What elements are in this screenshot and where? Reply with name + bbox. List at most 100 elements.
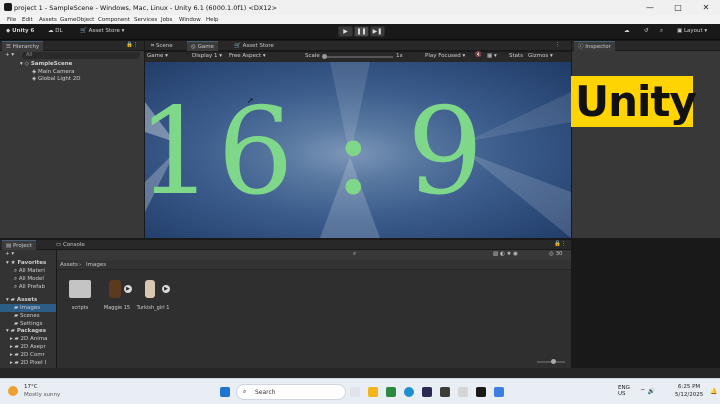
windows-start-icon[interactable] bbox=[220, 387, 230, 397]
search-icon[interactable]: ⌕ bbox=[660, 28, 663, 35]
tab-asset-store[interactable]: 🛒 Asset Store bbox=[230, 41, 278, 51]
menu-jobs[interactable]: Jobs bbox=[161, 17, 172, 23]
clock-date[interactable]: 5/12/2025 bbox=[675, 392, 703, 398]
packages-header[interactable]: ▾ ▰ Packages bbox=[6, 328, 46, 334]
menu-assets[interactable]: Assets bbox=[39, 17, 57, 23]
project-lock-icon[interactable]: 🔒⋮ bbox=[554, 241, 566, 247]
audio-mute-icon[interactable]: 🔇 bbox=[475, 52, 482, 58]
scene-row[interactable]: ▾ ◇ SampleScene bbox=[20, 61, 72, 67]
play-button[interactable]: ▶ bbox=[338, 26, 353, 37]
lock-icon[interactable]: 🔒⋮ bbox=[126, 42, 138, 48]
menu-services[interactable]: Services bbox=[134, 17, 157, 23]
weather-icon[interactable] bbox=[8, 386, 18, 396]
game-mode-dropdown[interactable]: Game ▾ bbox=[147, 53, 168, 59]
package-item[interactable]: ▸ ▰ 2D Comr bbox=[10, 352, 45, 358]
favorite-item[interactable]: ⌕ All Prefab bbox=[14, 284, 45, 291]
tab-hierarchy[interactable]: ☰ Hierarchy bbox=[2, 41, 44, 51]
project-tabbar: ▤ Project ▭ Console 🔒⋮ bbox=[0, 240, 571, 250]
menu-component[interactable]: Component bbox=[98, 17, 130, 23]
cloud-icon[interactable]: ☁ bbox=[624, 28, 630, 34]
tab-inspector[interactable]: ⓘ Inspector bbox=[574, 41, 615, 51]
hierarchy-item-main-camera[interactable]: ◈ Main Camera bbox=[32, 69, 74, 75]
status-bar bbox=[0, 368, 720, 378]
app-icon[interactable] bbox=[386, 387, 396, 397]
scale-value: 1x bbox=[396, 53, 403, 59]
asset-turkish-girl[interactable]: ▶ Turkish_girl 1 bbox=[135, 280, 171, 311]
app-icon[interactable] bbox=[494, 387, 504, 397]
account-button[interactable]: ◆ Unity 6 bbox=[6, 28, 34, 34]
breadcrumb-images[interactable]: Images bbox=[86, 262, 106, 268]
display-dropdown[interactable]: Display 1 ▾ bbox=[192, 53, 222, 59]
favorite-item[interactable]: ⌕ All Model bbox=[14, 276, 44, 283]
game-text-9: 9 bbox=[407, 83, 488, 222]
stats-button[interactable]: Stats bbox=[509, 53, 523, 59]
tab-menu-icon[interactable]: ⋮ bbox=[555, 42, 561, 48]
play-focused-dropdown[interactable]: Play Focused ▾ bbox=[425, 53, 465, 59]
app-icon[interactable] bbox=[458, 387, 468, 397]
clock-time[interactable]: 6:25 PM bbox=[678, 384, 700, 390]
minimize-button[interactable]: — bbox=[640, 0, 660, 15]
network-icons[interactable]: ⌔ 🔊 bbox=[640, 387, 655, 395]
expand-sprite-icon[interactable]: ▶ bbox=[162, 285, 170, 293]
pause-button[interactable]: ❚❚ bbox=[354, 26, 369, 37]
favorite-item[interactable]: ⌕ All Materi bbox=[14, 268, 45, 275]
asset-maggie[interactable]: ▶ Maggie 15 bbox=[101, 280, 133, 311]
project-add-icon[interactable]: + ▾ bbox=[5, 251, 14, 257]
tab-project[interactable]: ▤ Project bbox=[2, 240, 36, 250]
package-item[interactable]: ▸ ▰ 2D Asepr bbox=[10, 344, 46, 350]
unity-taskbar-icon[interactable] bbox=[476, 387, 486, 397]
weather-temp[interactable]: 17°C bbox=[24, 384, 38, 390]
language-indicator[interactable]: ENG US bbox=[618, 385, 630, 397]
shortcuts-icon[interactable]: ▦ ▾ bbox=[487, 53, 497, 59]
menu-file[interactable]: File bbox=[7, 17, 16, 23]
taskbar-search[interactable]: ⌕ Search bbox=[236, 384, 346, 400]
favorites-header[interactable]: ▾ ★ Favorites bbox=[6, 260, 46, 266]
tab-game[interactable]: ◎ Game bbox=[187, 41, 218, 51]
game-view[interactable]: 16 : 9 ➚ bbox=[145, 62, 571, 238]
step-button[interactable]: ▶❚ bbox=[370, 26, 385, 37]
expand-sprite-icon[interactable]: ▶ bbox=[124, 285, 132, 293]
hierarchy-search[interactable]: All bbox=[22, 52, 140, 59]
breadcrumb-assets[interactable]: Assets bbox=[60, 262, 78, 268]
notification-icon[interactable]: 🔔 bbox=[710, 388, 717, 395]
tab-scene[interactable]: ⌗ Scene bbox=[147, 41, 177, 51]
package-item[interactable]: ▸ ▰ 2D Anima bbox=[10, 336, 48, 342]
asset-scripts-folder[interactable]: scripts bbox=[65, 280, 95, 311]
menu-edit[interactable]: Edit bbox=[22, 17, 33, 23]
search-icon: ⌕ bbox=[243, 388, 247, 395]
scale-slider-knob[interactable] bbox=[322, 54, 327, 59]
thumbnail-size-slider[interactable] bbox=[537, 359, 565, 364]
menu-help[interactable]: Help bbox=[206, 17, 219, 23]
weather-desc[interactable]: Mostly sunny bbox=[24, 392, 60, 398]
menu-bar: File Edit Assets GameObject Component Se… bbox=[0, 15, 720, 24]
aspect-dropdown[interactable]: Free Aspect ▾ bbox=[229, 53, 266, 59]
add-icon[interactable]: + ▾ bbox=[5, 52, 14, 58]
gizmos-dropdown[interactable]: Gizmos ▾ bbox=[528, 53, 553, 59]
maximize-button[interactable]: □ bbox=[668, 0, 688, 15]
close-button[interactable]: ✕ bbox=[696, 0, 716, 15]
layout-dropdown[interactable]: ▣ Layout ▾ bbox=[677, 28, 707, 34]
filter-icons[interactable]: ▧ ◐ ★ ◉ bbox=[493, 251, 518, 257]
history-icon[interactable]: ↺ bbox=[644, 28, 649, 34]
assets-header[interactable]: ▾ ▰ Assets bbox=[6, 297, 37, 303]
asset-store-button[interactable]: 🛒 Asset Store ▾ bbox=[80, 28, 124, 34]
file-explorer-icon[interactable] bbox=[368, 387, 378, 397]
project-search-icon[interactable]: ⌕ bbox=[353, 251, 356, 258]
tree-item-settings[interactable]: ▰ Settings bbox=[14, 321, 43, 327]
cloud-dl-button[interactable]: ☁ DL bbox=[48, 28, 63, 34]
thumbnail-size-knob[interactable] bbox=[551, 359, 556, 364]
package-item[interactable]: ▸ ▰ 2D Pixel I bbox=[10, 360, 46, 366]
menu-window[interactable]: Window bbox=[179, 17, 201, 23]
edge-icon[interactable] bbox=[404, 387, 414, 397]
tree-item-scenes[interactable]: ▰ Scenes bbox=[14, 313, 40, 319]
windows-taskbar: 17°C Mostly sunny ⌕ Search ENG US ⌔ 🔊 6:2… bbox=[0, 378, 720, 404]
taskview-icon[interactable] bbox=[350, 387, 360, 397]
after-effects-icon[interactable] bbox=[422, 387, 432, 397]
tree-item-images[interactable]: ▰ Images bbox=[14, 305, 40, 311]
hierarchy-item-global-light[interactable]: ◈ Global Light 2D bbox=[32, 76, 81, 82]
sprite-thumbnail bbox=[109, 280, 121, 298]
app-icon[interactable] bbox=[440, 387, 450, 397]
scale-slider[interactable] bbox=[322, 54, 393, 59]
menu-gameobject[interactable]: GameObject bbox=[60, 17, 94, 23]
tab-console[interactable]: ▭ Console bbox=[52, 240, 89, 250]
